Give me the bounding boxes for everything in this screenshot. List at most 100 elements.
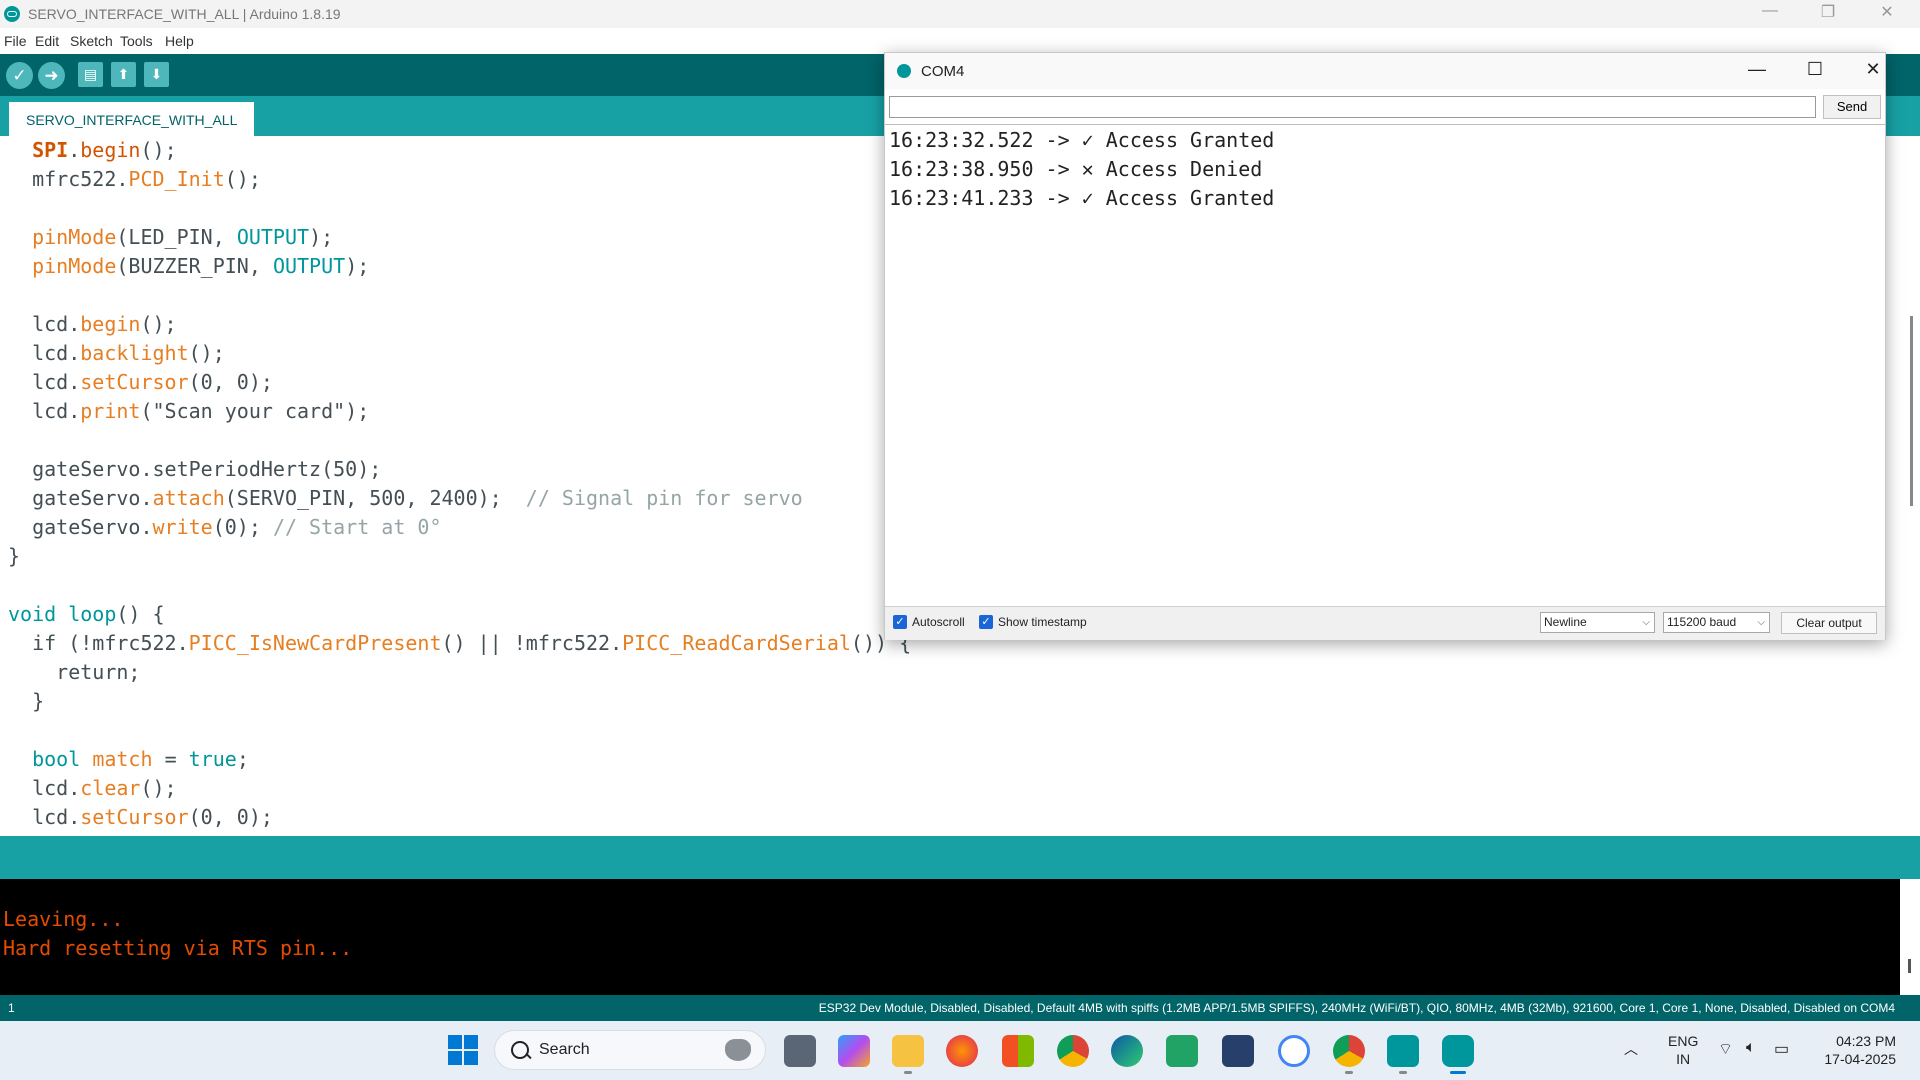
search-icon (511, 1041, 529, 1059)
code-line: bool match = true; (32, 747, 249, 771)
running-indicator (1345, 1071, 1353, 1074)
code-line: pinMode(LED_PIN, OUTPUT); (32, 225, 334, 249)
menu-file[interactable]: File (4, 33, 27, 49)
code-line: SPI.begin(); (32, 138, 177, 162)
serial-output-line: 16:23:41.233 -> ✓ Access Granted (889, 186, 1275, 210)
running-indicator (1399, 1071, 1407, 1074)
speaker-icon[interactable]: 🔈︎ (1746, 1039, 1756, 1057)
language-indicator[interactable]: ENG IN (1668, 1032, 1698, 1068)
running-indicator (904, 1071, 912, 1074)
serial-minimize-button[interactable]: — (1737, 59, 1777, 80)
arduino-app-icon[interactable] (1387, 1035, 1419, 1067)
arduino-logo-icon (4, 6, 20, 22)
serial-footer: ✓ Autoscroll ✓ Show timestamp Newline ⌵ … (885, 606, 1885, 640)
title-bar: SERVO_INTERFACE_WITH_ALL | Arduino 1.8.1… (0, 0, 1920, 28)
firefox-icon[interactable] (946, 1035, 978, 1067)
file-icon: ▤ (83, 66, 98, 82)
chrome-icon[interactable] (1057, 1035, 1089, 1067)
code-line: void loop() { (8, 602, 165, 626)
cross-icon: ✕ (1081, 157, 1094, 181)
file-explorer-icon[interactable] (892, 1035, 924, 1067)
checkmark-icon: ✓ (1081, 186, 1094, 210)
serial-monitor-window: COM4 — ☐ ✕ Send 16:23:32.522 -> ✓ Access… (884, 52, 1886, 640)
chevron-up-icon[interactable]: ︿ (1624, 1039, 1638, 1059)
clear-output-button[interactable]: Clear output (1781, 612, 1877, 634)
restore-button[interactable]: ❐ (1808, 2, 1848, 22)
code-line: } (8, 689, 45, 713)
code-line: gateServo.write(0); // Start at 0° (8, 515, 442, 539)
chevron-down-icon: ⌵ (1642, 617, 1650, 628)
chevron-down-icon: ⌵ (1757, 617, 1765, 628)
send-button[interactable]: Send (1823, 95, 1881, 119)
sheets-icon[interactable] (1166, 1035, 1198, 1067)
tab-sketch[interactable]: SERVO_INTERFACE_WITH_ALL (9, 102, 255, 136)
arrow-up-icon: ⬆ (117, 66, 130, 82)
serial-maximize-button[interactable]: ☐ (1795, 59, 1835, 80)
active-indicator (1450, 1071, 1466, 1074)
code-line: pinMode(BUZZER_PIN, OUTPUT); (32, 254, 370, 278)
close-button[interactable]: ✕ (1867, 2, 1907, 22)
output-console: Leaving... Hard resetting via RTS pin... (0, 879, 1900, 995)
search-highlight-icon (725, 1039, 751, 1061)
save-sketch-button[interactable]: ⬇ (144, 62, 169, 87)
menu-tools[interactable]: Tools (120, 33, 153, 49)
console-scroll-thumb[interactable] (1908, 959, 1911, 973)
search-label: Search (539, 1041, 590, 1058)
arrow-down-icon: ⬇ (150, 66, 163, 82)
autoscroll-checkbox[interactable]: ✓ (893, 615, 907, 629)
new-sketch-button[interactable]: ▤ (78, 62, 103, 87)
baud-rate-select[interactable]: 115200 baud ⌵ (1663, 612, 1770, 633)
menu-edit[interactable]: Edit (35, 33, 59, 49)
window-title: SERVO_INTERFACE_WITH_ALL | Arduino 1.8.1… (28, 6, 341, 22)
serial-input-field[interactable] (889, 96, 1816, 118)
taskbar: Search ︿ ENG IN ⌔ 🔈︎ ▭ 04:23 PM 17-04-20… (0, 1021, 1920, 1080)
autoscroll-label: Autoscroll (912, 615, 965, 629)
edge-icon[interactable] (1111, 1035, 1143, 1067)
editor-scroll-thumb[interactable] (1910, 316, 1913, 506)
menu-help[interactable]: Help (165, 33, 194, 49)
serial-output-line: 16:23:32.522 -> ✓ Access Granted (889, 128, 1275, 152)
arrow-right-icon: ➜ (44, 66, 59, 85)
arduino-logo-icon (897, 64, 911, 78)
show-timestamp-label: Show timestamp (998, 615, 1087, 629)
upload-button[interactable]: ➜ (38, 62, 65, 89)
start-button[interactable] (448, 1035, 478, 1065)
code-line: mfrc522.PCD_Init(); (8, 167, 261, 191)
show-timestamp-checkbox[interactable]: ✓ (979, 615, 993, 629)
console-separator[interactable] (0, 836, 1920, 879)
code-line: } (8, 544, 21, 568)
taskbar-search[interactable]: Search (494, 1030, 766, 1070)
code-line: lcd.backlight(); (8, 341, 225, 365)
check-icon: ✓ (12, 66, 27, 85)
console-scrollbar[interactable] (1900, 879, 1920, 995)
code-line: if (!mfrc522.PICC_IsNewCardPresent() || … (8, 631, 912, 655)
arrow-app-icon[interactable] (1222, 1035, 1254, 1067)
minimize-button[interactable]: — (1750, 2, 1790, 20)
open-sketch-button[interactable]: ⬆ (111, 62, 136, 87)
code-line: lcd.setCursor(0, 0); (8, 370, 273, 394)
code-line: lcd.setCursor(0, 0); (8, 805, 273, 829)
copilot-icon[interactable] (838, 1035, 870, 1067)
wifi-icon[interactable]: ⌔ (1718, 1039, 1733, 1059)
checkmark-icon: ✓ (1081, 128, 1094, 152)
board-info: ESP32 Dev Module, Disabled, Disabled, De… (818, 1001, 1895, 1015)
battery-icon[interactable]: ▭ (1774, 1039, 1789, 1059)
verify-button[interactable]: ✓ (6, 62, 33, 89)
line-ending-select[interactable]: Newline ⌵ (1540, 612, 1655, 633)
serial-monitor-title: COM4 (921, 63, 965, 80)
chrome-profile-icon[interactable] (1333, 1035, 1365, 1067)
google-icon[interactable] (1278, 1035, 1310, 1067)
code-line: lcd.clear(); (8, 776, 177, 800)
serial-monitor-titlebar: COM4 — ☐ ✕ (885, 53, 1885, 89)
serial-close-button[interactable]: ✕ (1853, 59, 1893, 80)
arduino-active-icon[interactable] (1442, 1035, 1474, 1067)
code-line: lcd.print("Scan your card"); (8, 399, 370, 423)
microsoft-store-icon[interactable] (1002, 1035, 1034, 1067)
task-view-icon[interactable] (784, 1035, 816, 1067)
editor-scrollbar[interactable] (1904, 136, 1920, 836)
code-line: gateServo.attach(SERVO_PIN, 500, 2400); … (8, 486, 803, 510)
serial-output-area: 16:23:32.522 -> ✓ Access Granted 16:23:3… (885, 124, 1885, 607)
console-line: Leaving... (3, 907, 124, 931)
menu-sketch[interactable]: Sketch (70, 33, 113, 49)
clock[interactable]: 04:23 PM 17-04-2025 (1812, 1032, 1896, 1068)
